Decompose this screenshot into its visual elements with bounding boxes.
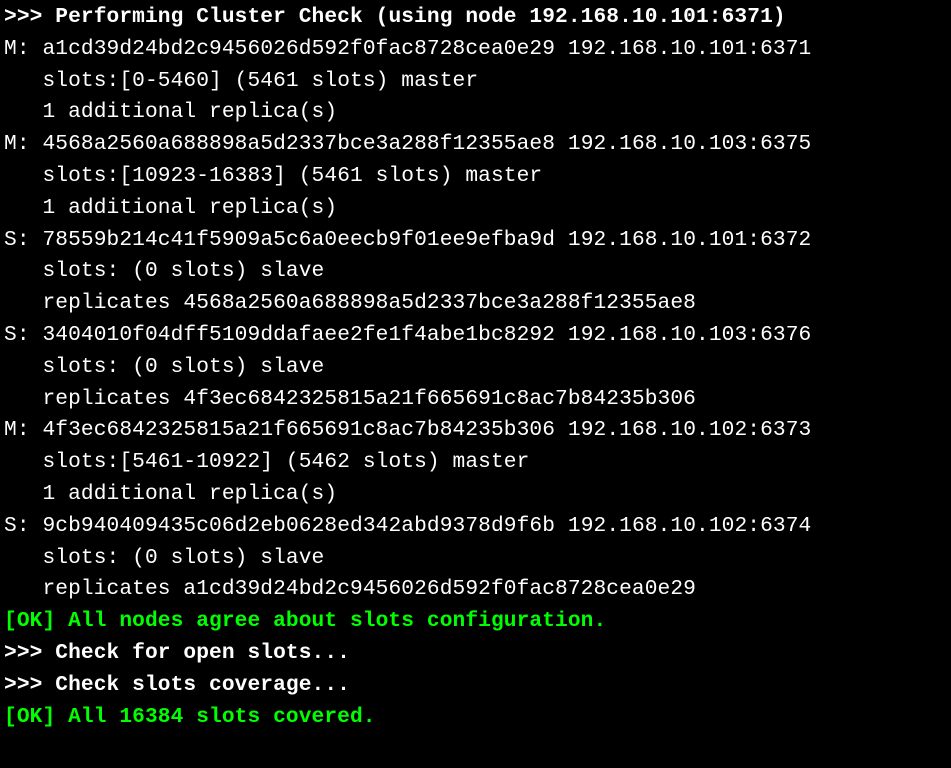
node-slots: slots: (0 slots) slave [42, 546, 324, 570]
node-line: S: 9cb940409435c06d2eb0628ed342abd9378d9… [4, 514, 811, 538]
node-extra: 1 additional replica(s) [42, 482, 337, 506]
check-open-text: Check for open slots... [55, 641, 350, 665]
node-role: M [4, 418, 17, 442]
node-slots: slots:[0-5460] (5461 slots) master [42, 69, 478, 93]
node-slots: slots:[5461-10922] (5462 slots) master [42, 450, 529, 474]
node-slots: slots:[10923-16383] (5461 slots) master [42, 164, 542, 188]
node-address: 192.168.10.101:6371 [568, 37, 811, 61]
check-slots-coverage-line: >>> Check slots coverage... [4, 673, 350, 697]
header-prefix: >>> [4, 5, 55, 29]
check-open-slots-line: >>> Check for open slots... [4, 641, 350, 665]
node-slots: slots: (0 slots) slave [42, 259, 324, 283]
node-id: 3404010f04dff5109ddafaee2fe1f4abe1bc8292 [42, 323, 555, 347]
node-address: 192.168.10.102:6373 [568, 418, 811, 442]
node-extra: 1 additional replica(s) [42, 196, 337, 220]
header-line: >>> Performing Cluster Check (using node… [4, 5, 786, 29]
node-extra: replicates a1cd39d24bd2c9456026d592f0fac… [42, 577, 696, 601]
node-id: a1cd39d24bd2c9456026d592f0fac8728cea0e29 [42, 37, 555, 61]
node-role: S [4, 514, 17, 538]
node-id: 4f3ec6842325815a21f665691c8ac7b84235b306 [42, 418, 555, 442]
node-extra: 1 additional replica(s) [42, 100, 337, 124]
node-address: 192.168.10.103:6375 [568, 132, 811, 156]
node-role: M [4, 132, 17, 156]
node-role: S [4, 323, 17, 347]
node-role: M [4, 37, 17, 61]
node-line: M: 4f3ec6842325815a21f665691c8ac7b84235b… [4, 418, 811, 442]
terminal-output: >>> Performing Cluster Check (using node… [0, 0, 951, 733]
node-address: 192.168.10.102:6374 [568, 514, 811, 538]
node-id: 9cb940409435c06d2eb0628ed342abd9378d9f6b [42, 514, 555, 538]
node-address: 192.168.10.101:6372 [568, 228, 811, 252]
status-ok-covered: [OK] All 16384 slots covered. [4, 705, 376, 729]
status-ok-config: [OK] All nodes agree about slots configu… [4, 609, 606, 633]
node-line: M: 4568a2560a688898a5d2337bce3a288f12355… [4, 132, 811, 156]
check-prefix: >>> [4, 673, 55, 697]
node-role: S [4, 228, 17, 252]
check-prefix: >>> [4, 641, 55, 665]
header-text: Performing Cluster Check (using node 192… [55, 5, 785, 29]
node-extra: replicates 4f3ec6842325815a21f665691c8ac… [42, 387, 696, 411]
check-coverage-text: Check slots coverage... [55, 673, 350, 697]
node-line: S: 78559b214c41f5909a5c6a0eecb9f01ee9efb… [4, 228, 811, 252]
node-slots: slots: (0 slots) slave [42, 355, 324, 379]
node-id: 4568a2560a688898a5d2337bce3a288f12355ae8 [42, 132, 555, 156]
node-line: M: a1cd39d24bd2c9456026d592f0fac8728cea0… [4, 37, 811, 61]
node-address: 192.168.10.103:6376 [568, 323, 811, 347]
node-line: S: 3404010f04dff5109ddafaee2fe1f4abe1bc8… [4, 323, 811, 347]
node-id: 78559b214c41f5909a5c6a0eecb9f01ee9efba9d [42, 228, 555, 252]
node-extra: replicates 4568a2560a688898a5d2337bce3a2… [42, 291, 696, 315]
